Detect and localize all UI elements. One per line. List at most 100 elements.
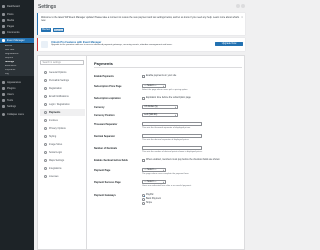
menu-item-appearance[interactable]: Appearance (0, 80, 34, 85)
update-notice: Welcome to the latest WP Event Manager u… (37, 13, 245, 35)
menu-label: Posts (7, 13, 14, 16)
nav-item-styling[interactable]: Styling (40, 133, 85, 140)
menu-item-plugins[interactable]: Plugins (0, 86, 34, 91)
menu-item-settings[interactable]: Settings (0, 104, 34, 109)
thousand-separator-label: Thousand Separator (94, 123, 118, 126)
notice-text: Welcome to the latest WP Event Manager u… (41, 16, 240, 23)
menu-item-tools[interactable]: Tools (0, 98, 34, 103)
subscription-expiration-option: Expiration time before the subscription … (146, 97, 191, 100)
menu-item-media[interactable]: Media (0, 18, 34, 23)
gateway-stripe-radio[interactable] (142, 202, 145, 205)
nav-item-integrations[interactable]: Integrations (40, 165, 85, 172)
integrations-icon (44, 167, 47, 170)
nav-item-maps[interactable]: Maps Settings (40, 157, 85, 164)
menu-label: Plugins (7, 87, 16, 90)
payment-success-page-select[interactable]: — Select — (142, 180, 166, 184)
screen-options-icon[interactable] (241, 4, 245, 8)
collapse-icon (2, 113, 5, 116)
currency-select[interactable]: US Dollar ($) (142, 105, 178, 109)
nav-item-privacy[interactable]: Privacy Options (40, 125, 85, 132)
nav-label: Image Sizes (49, 143, 63, 146)
nav-item-email[interactable]: Email Notifications (40, 93, 85, 100)
nav-label: General Options (49, 71, 67, 74)
nav-item-licenses[interactable]: Licenses (40, 173, 85, 180)
gateway-paypal-radio[interactable] (142, 194, 145, 197)
nav-label: Styling (49, 135, 57, 138)
payment-gateways-label: Payment Gateways (94, 194, 116, 197)
key-icon (44, 175, 47, 178)
menu-item-pages[interactable]: Pages (0, 24, 34, 29)
menu-label: Pages (7, 25, 15, 28)
submenu-item[interactable]: Log (5, 73, 33, 77)
nav-item-login[interactable]: Login / Registration (40, 101, 85, 108)
settings-icon (2, 105, 5, 108)
enable-payments-checkbox[interactable] (142, 75, 145, 78)
gateway-bank-radio[interactable] (142, 198, 145, 201)
settings-search-input[interactable]: Search in settings (40, 60, 84, 65)
number-of-decimals-input[interactable] (142, 146, 202, 150)
upgrade-text: Upgrade to the premium add-ons to access… (51, 44, 173, 46)
subscription-page-desc: Select the page where users pick a prici… (142, 89, 188, 91)
menu-item-dashboard[interactable]: Dashboard (0, 4, 34, 9)
menu-label: Users (7, 93, 14, 96)
payment-page-select[interactable]: — Select — (142, 168, 166, 172)
currency-position-select[interactable]: Left ($99.99) (142, 113, 178, 117)
nav-item-social-login[interactable]: Social Login (40, 149, 85, 156)
styling-icon (44, 135, 47, 138)
nav-item-image-sizes[interactable]: Image Sizes (40, 141, 85, 148)
gateway-paypal-label: PayPal (146, 194, 154, 197)
menu-label: Dashboard (7, 5, 20, 8)
menu-label: Event Manager (7, 39, 25, 42)
link-icon (44, 79, 47, 82)
close-icon[interactable]: × (241, 15, 243, 19)
menu-item-posts[interactable]: Posts (0, 12, 34, 17)
thousand-separator-input[interactable] (142, 122, 202, 126)
menu-item-collapse[interactable]: Collapse menu (0, 112, 34, 117)
comments-icon (2, 31, 5, 34)
menu-item-users[interactable]: Users (0, 92, 34, 97)
page-title: Settings (38, 4, 57, 10)
email-icon (44, 95, 47, 98)
subscription-expiration-checkbox[interactable] (142, 97, 145, 100)
calendar-icon (2, 39, 5, 42)
menu-label: Settings (7, 105, 17, 108)
social-icon (44, 151, 47, 154)
dashboard-icon (2, 5, 5, 8)
subscription-page-select[interactable]: — Select — (142, 84, 166, 88)
nav-item-invoices[interactable]: Invoices (40, 117, 85, 124)
nav-label: Permalink Settings (49, 79, 69, 82)
enable-payments-option: Enable payments on your site (146, 75, 177, 78)
subscription-expiration-label: Subscription expiration (94, 97, 121, 100)
nav-label: Login / Registration (49, 103, 70, 106)
enable-checkout-label: Enable checkout before fields (94, 159, 128, 162)
review-button[interactable]: Review (41, 28, 51, 32)
payment-page-label: Payment Page (94, 169, 111, 172)
decimal-separator-label: Decimal Separator (94, 135, 115, 138)
menu-item-comments[interactable]: Comments (0, 30, 34, 35)
plugins-icon (2, 87, 5, 90)
menu-label: Collapse menu (7, 113, 25, 116)
registration-icon (44, 87, 47, 90)
help-icon[interactable] (236, 4, 240, 8)
enable-checkout-checkbox[interactable] (142, 159, 145, 162)
users-icon (2, 93, 5, 96)
tools-icon (2, 99, 5, 102)
nav-item-general[interactable]: General Options (40, 69, 85, 76)
section-title: Payments (94, 61, 113, 66)
nav-label: Privacy Options (49, 127, 66, 130)
subscription-page-label: Subscription Price Page (94, 85, 122, 88)
upgrade-button[interactable]: Upgrade Now (215, 42, 243, 46)
nav-item-payments[interactable]: Payments (40, 109, 85, 116)
menu-label: Appearance (7, 81, 21, 84)
menu-item-event-manager[interactable]: Event Manager (0, 38, 34, 43)
image-icon (44, 143, 47, 146)
decimal-separator-input[interactable] (142, 134, 202, 138)
nav-item-registration[interactable]: Registration (40, 85, 85, 92)
nav-label: Invoices (49, 119, 58, 122)
nav-item-permalink[interactable]: Permalink Settings (40, 77, 85, 84)
dismiss-button[interactable]: Dismiss (53, 28, 64, 32)
number-of-decimals-label: Number of Decimals (94, 147, 118, 150)
general-icon (44, 71, 47, 74)
nav-label: Email Notifications (49, 95, 69, 98)
settings-nav: Search in settings General Options Perma… (38, 56, 87, 250)
